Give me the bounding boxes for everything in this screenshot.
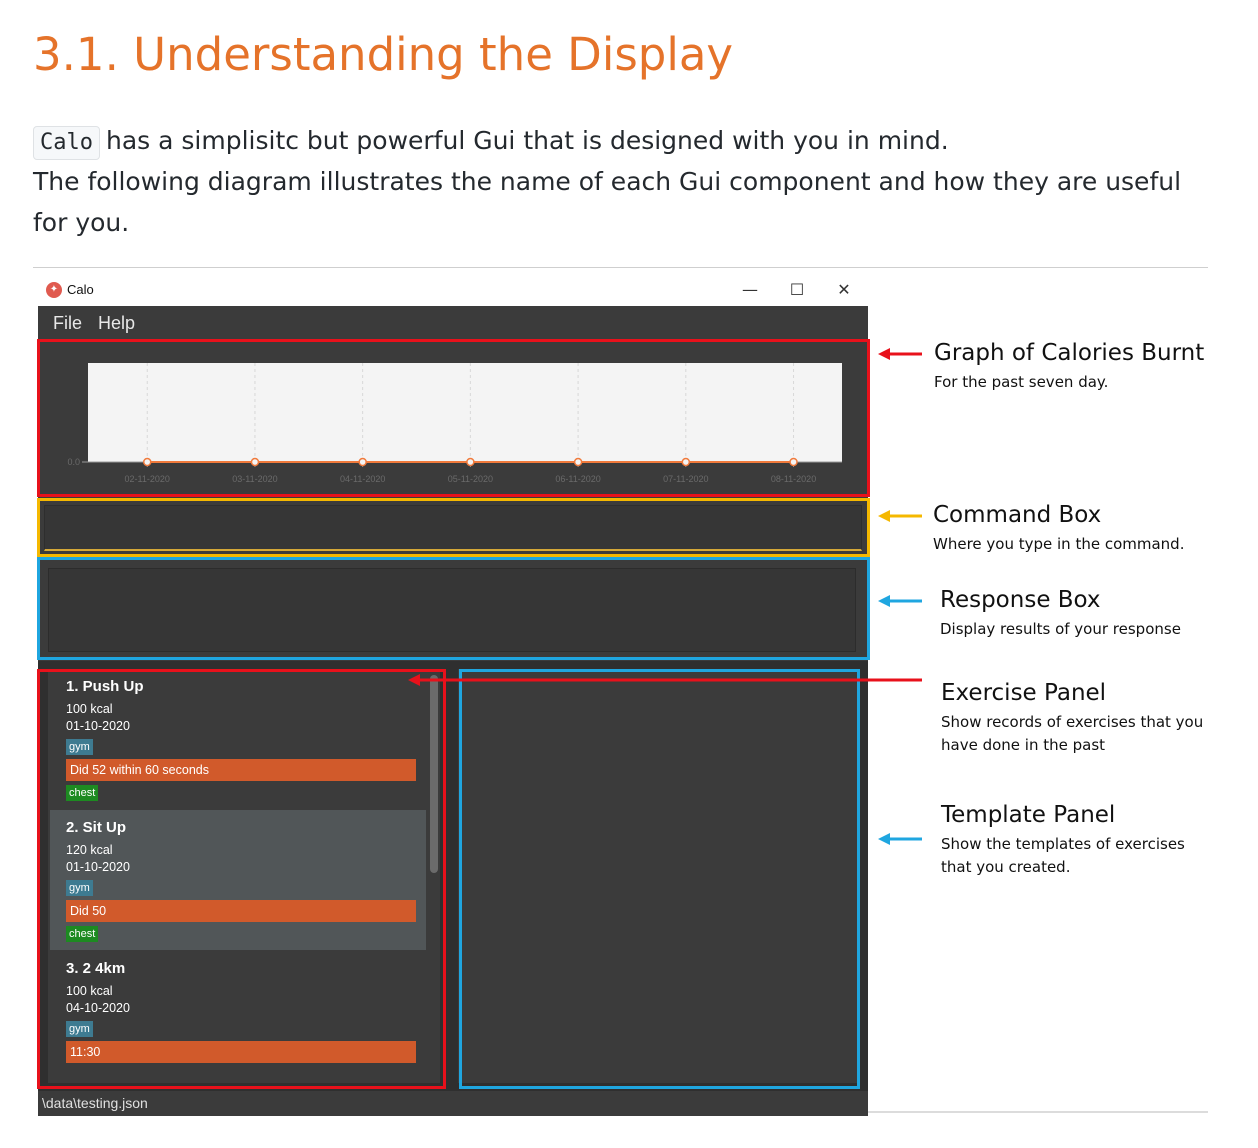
graph-annotation-desc: For the past seven day. [934, 373, 1109, 391]
template-annotation-desc: Show the templates of exercises that you… [941, 835, 1185, 876]
command-annotation-title: Command Box [933, 502, 1102, 528]
arrow-exercise [408, 674, 922, 686]
exercise-annotation-desc: Show records of exercises that you have … [941, 713, 1204, 754]
arrow-command [878, 510, 922, 522]
exercise-annotation-title: Exercise Panel [941, 680, 1107, 706]
arrow-template [878, 833, 922, 845]
arrow-response [878, 595, 922, 607]
graph-annotation-title: Graph of Calories Burnt [934, 340, 1205, 366]
arrow-graph [878, 348, 922, 360]
response-annotation-desc: Display results of your response [940, 620, 1181, 638]
command-annotation-desc: Where you type in the command. [933, 535, 1185, 553]
annotation-arrows [408, 348, 922, 845]
template-annotation-title: Template Panel [941, 802, 1116, 828]
response-annotation-title: Response Box [940, 587, 1101, 613]
